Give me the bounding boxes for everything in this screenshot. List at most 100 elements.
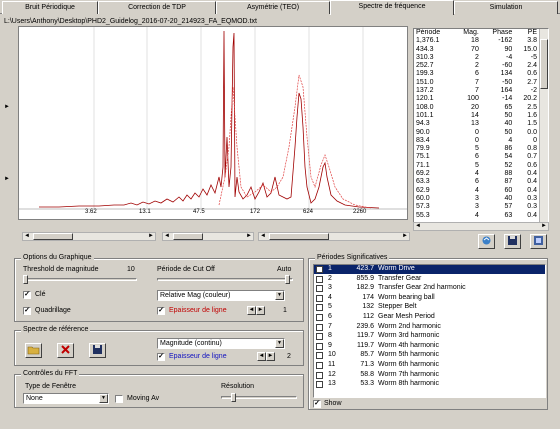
list-item[interactable]: 10 85.7 Worm 5th harmonic [314,351,545,360]
scroll-right-icon[interactable]: ► [540,223,548,230]
slider-knob[interactable] [285,275,290,284]
table-row[interactable]: 137.2 7 164 -2 [414,87,539,95]
list-item[interactable]: 6 112 Gear Mesh Period [314,313,545,322]
period-checkbox[interactable] [316,285,323,293]
key-checkbox[interactable]: ✓ [23,291,31,299]
list-item[interactable]: 1 423.7 Worm Drive [314,265,545,274]
scroll-right-icon[interactable]: ► [245,233,253,240]
table-row[interactable]: 62.9 4 60 0.4 [414,187,539,195]
table-row[interactable]: 63.3 6 87 0.4 [414,178,539,186]
table-row[interactable]: 94.3 13 40 1.5 [414,120,539,128]
period-checkbox[interactable] [316,352,323,360]
period-checkbox[interactable] [316,362,323,369]
export-icon[interactable] [530,234,547,249]
scroll-right-icon[interactable]: ► [401,233,409,240]
scroll-left-icon[interactable]: ◄ [23,233,31,240]
period-checkbox[interactable] [316,342,323,350]
table-row[interactable]: 55.3 4 63 0.4 [414,212,539,220]
spin-left-icon[interactable]: ◄ [247,306,256,315]
delete-icon[interactable] [57,343,74,358]
table-row[interactable]: 90.0 0 50 0.0 [414,129,539,137]
plot-scrollbar-middle[interactable]: ◄ ► [162,232,254,241]
table-row[interactable]: 252.7 2 -60 2.4 [414,62,539,70]
list-item[interactable]: 2 855.9 Transfer Gear [314,275,545,284]
scroll-thumb[interactable] [540,39,548,89]
table-row[interactable]: 108.0 20 65 2.5 [414,104,539,112]
refresh-icon[interactable] [478,234,495,249]
list-item[interactable]: 13 53.3 Worm 8th harmonic [314,380,545,389]
save-icon[interactable] [89,343,106,358]
cutoff-slider[interactable] [157,275,293,284]
period-checkbox[interactable] [316,381,323,389]
period-checkbox[interactable] [316,304,323,312]
tab-simulation[interactable]: Simulation [454,1,558,14]
period-checkbox[interactable] [316,294,323,302]
periods-list[interactable]: 1 423.7 Worm Drive 2 855.9 Transfer Gear 3 182.… [313,264,546,398]
chevron-down-icon[interactable]: ▼ [99,394,108,403]
spin-right-icon[interactable]: ► [266,352,275,361]
table-scrollbar[interactable] [539,29,548,229]
tab-bruit-periodique[interactable]: Bruit Périodique [2,1,98,14]
table-row[interactable]: 60.0 3 40 0.3 [414,195,539,203]
save-icon[interactable] [504,234,521,249]
list-item[interactable]: 3 182.9 Transfer Gear 2nd harmonic [314,284,545,293]
list-item[interactable]: 5 132 Stepper Belt [314,303,545,312]
period-checkbox[interactable] [316,371,323,379]
table-row[interactable]: 75.1 6 54 0.7 [414,153,539,161]
scroll-thumb[interactable] [33,233,73,240]
tab-spectre-frequence[interactable]: Spectre de fréquence [330,0,454,15]
table-row[interactable]: 199.3 6 134 0.6 [414,70,539,78]
table-row[interactable]: 71.1 5 52 0.6 [414,162,539,170]
list-item[interactable]: 9 119.7 Worm 4th harmonic [314,342,545,351]
table-row[interactable]: 79.9 5 86 0.8 [414,145,539,153]
chevron-down-icon[interactable]: ▼ [275,291,284,300]
slider-knob[interactable] [23,275,28,284]
table-row[interactable]: 120.1 100 -14 20.2 [414,95,539,103]
show-checkbox[interactable]: ✓ [313,400,321,408]
chevron-down-icon[interactable]: ▼ [275,339,284,348]
scroll-right-icon[interactable]: ► [147,233,155,240]
period-checkbox[interactable] [316,314,323,321]
table-row[interactable]: 1,376.1 18 -162 3.8 [414,37,539,45]
scroll-thumb[interactable] [173,233,203,240]
threshold-slider[interactable] [23,275,137,284]
open-folder-icon[interactable] [25,343,42,358]
table-row[interactable]: 434.3 70 90 15.0 [414,46,539,54]
tab-correction-tdp[interactable]: Correction de TDP [98,1,216,14]
period-checkbox[interactable] [316,275,323,283]
scroll-left-icon[interactable]: ◄ [163,233,171,240]
reference-mode-select[interactable]: Magnitude (continu) ▼ [157,338,285,349]
table-row[interactable]: 151.0 7 -50 2.7 [414,79,539,87]
list-item[interactable]: 12 58.8 Worm 7th harmonic [314,371,545,380]
table-row[interactable]: 69.2 4 88 0.4 [414,170,539,178]
slider-knob[interactable] [231,393,236,402]
period-checkbox[interactable] [316,323,323,331]
table-row[interactable]: 57.3 3 57 0.3 [414,203,539,211]
table-row[interactable]: 310.3 2 -4 -5 [414,54,539,62]
grid-checkbox[interactable]: ✓ [23,307,31,315]
plot-scrollbar-left[interactable]: ◄ ► [22,232,156,241]
plot-scrollbar-right[interactable]: ◄ ► [258,232,410,241]
line-thickness-spinner[interactable]: ◄ ► [247,306,267,315]
window-type-select[interactable]: None ▼ [23,393,109,404]
scroll-thumb[interactable] [269,233,329,240]
list-item[interactable]: 8 119.7 Worm 3rd harmonic [314,332,545,341]
spin-left-icon[interactable]: ◄ [257,352,266,361]
line-thickness-checkbox[interactable]: ✓ [157,307,165,315]
moving-average-checkbox[interactable] [115,395,123,403]
tab-asymetrie[interactable]: Asymétrie (TEO) [216,1,330,14]
reference-thickness-spinner[interactable]: ◄ ► [257,352,277,361]
list-item[interactable]: 7 239.6 Worm 2nd harmonic [314,323,545,332]
scroll-left-icon[interactable]: ◄ [414,223,422,230]
relative-mag-select[interactable]: Relative Mag (couleur) ▼ [157,290,285,301]
reference-thickness-checkbox[interactable]: ✓ [157,353,165,361]
scroll-left-icon[interactable]: ◄ [259,233,267,240]
table-hscroll[interactable]: ◄ ► [413,222,549,231]
table-row[interactable]: 101.1 14 50 1.6 [414,112,539,120]
list-item[interactable]: 11 71.3 Worm 6th harmonic [314,361,545,370]
list-item[interactable]: 4 174 Worm bearing ball [314,294,545,303]
period-checkbox[interactable] [316,333,323,341]
period-checkbox[interactable] [316,266,323,273]
table-row[interactable]: 83.4 0 4 0 [414,137,539,145]
resolution-slider[interactable] [221,393,297,402]
